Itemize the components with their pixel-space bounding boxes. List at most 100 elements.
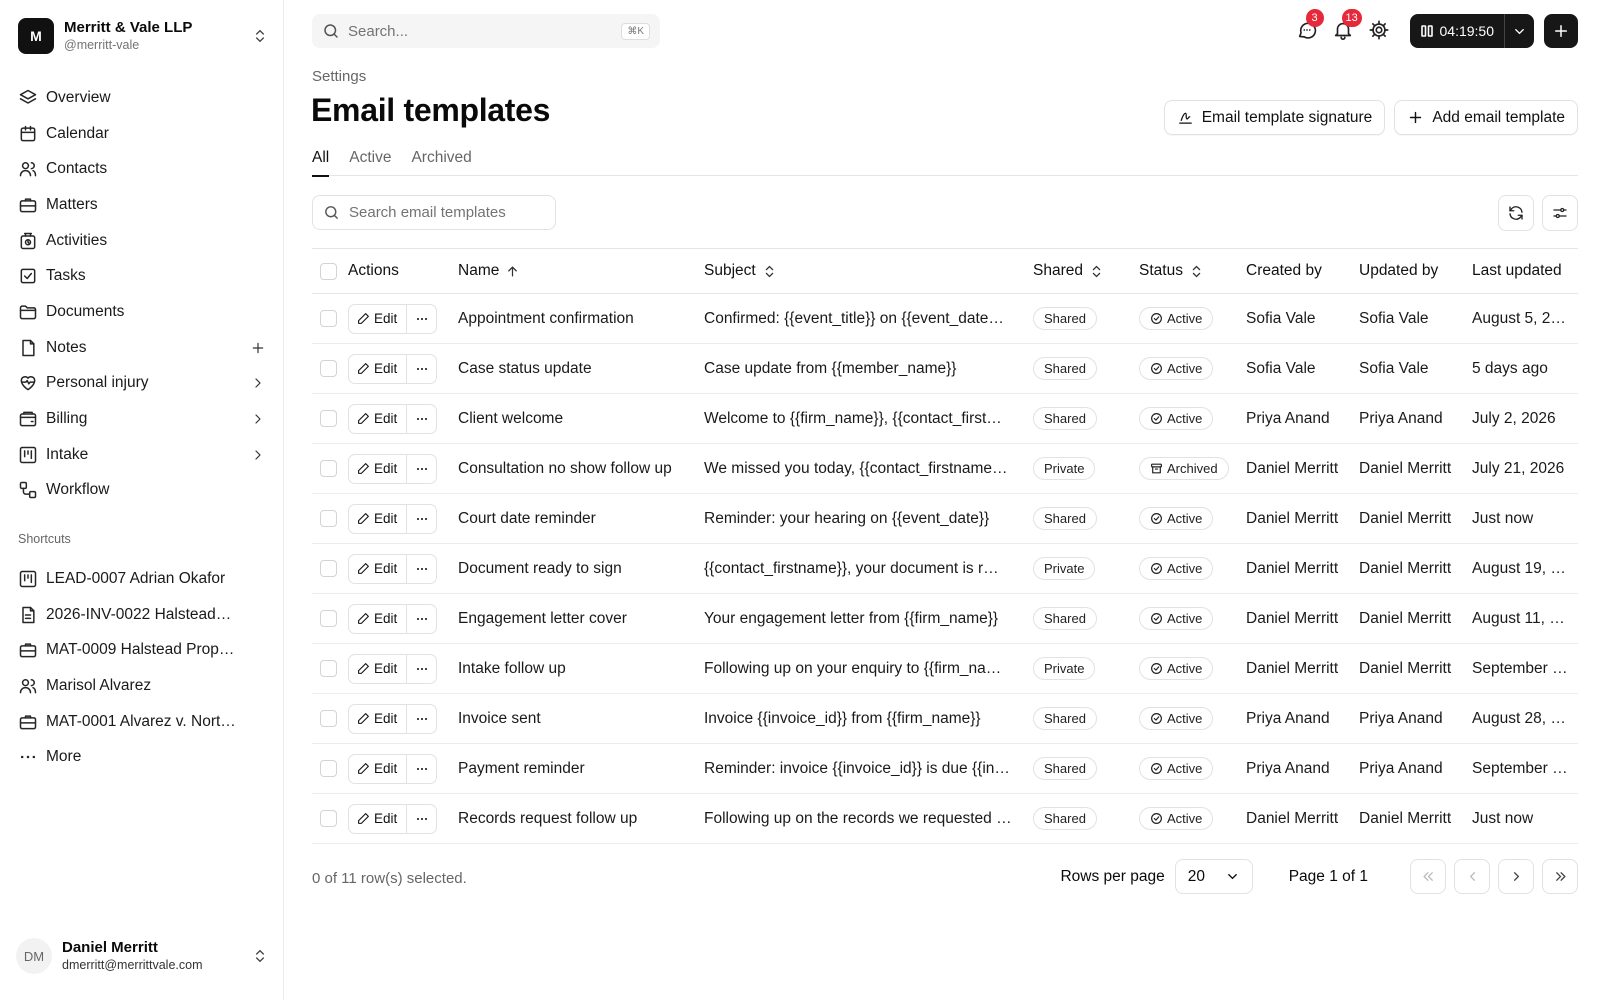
template-name[interactable]: Records request follow up	[458, 810, 643, 828]
table-row[interactable]: Edit Engagement letter cover Your engageme…	[312, 594, 1578, 644]
edit-button[interactable]: Edit	[349, 754, 408, 783]
table-row[interactable]: Edit Case status update Case update from {…	[312, 344, 1578, 394]
quick-add-button[interactable]	[1544, 14, 1578, 48]
previous-page-button[interactable]	[1454, 859, 1490, 894]
add-email-template-button[interactable]: Add email template	[1394, 100, 1578, 135]
table-row[interactable]: Edit Payment reminder Reminder: invoice {{…	[312, 744, 1578, 794]
table-row[interactable]: Edit Records request follow up Following u…	[312, 794, 1578, 844]
row-checkbox[interactable]	[320, 610, 337, 627]
edit-button[interactable]: Edit	[349, 404, 408, 433]
sidebar-item-lead-0007-adrian-okafor[interactable]: LEAD-0007 Adrian Okafor	[12, 561, 242, 597]
row-more-button[interactable]	[407, 455, 436, 483]
row-more-button[interactable]	[407, 505, 436, 533]
row-more-button[interactable]	[407, 555, 436, 583]
header-status[interactable]: Status	[1139, 262, 1246, 280]
sidebar-item-calendar[interactable]: Calendar	[12, 116, 272, 152]
sidebar-item-documents[interactable]: Documents	[12, 294, 272, 330]
table-row[interactable]: Edit Consultation no show follow up We mis…	[312, 444, 1578, 494]
row-more-button[interactable]	[407, 655, 436, 683]
row-checkbox[interactable]	[320, 510, 337, 527]
header-subject[interactable]: Subject	[704, 262, 1033, 280]
plus-icon[interactable]	[250, 340, 266, 356]
table-row[interactable]: Edit Court date reminder Reminder: your he…	[312, 494, 1578, 544]
sidebar-item-personal-injury[interactable]: Personal injury	[12, 366, 272, 402]
refresh-button[interactable]	[1498, 195, 1534, 231]
row-more-button[interactable]	[407, 755, 436, 783]
edit-button[interactable]: Edit	[349, 554, 408, 583]
tab-archived[interactable]: Archived	[411, 146, 471, 176]
row-checkbox[interactable]	[320, 460, 337, 477]
row-checkbox[interactable]	[320, 660, 337, 677]
row-checkbox[interactable]	[320, 810, 337, 827]
edit-button[interactable]: Edit	[349, 654, 408, 683]
timer-button[interactable]: 04:19:50	[1410, 14, 1505, 48]
template-name[interactable]: Intake follow up	[458, 660, 572, 678]
settings-button[interactable]	[1368, 19, 1392, 43]
row-more-button[interactable]	[407, 405, 436, 433]
row-more-button[interactable]	[407, 355, 436, 383]
table-row[interactable]: Edit Document ready to sign {{contact_firs…	[312, 544, 1578, 594]
row-checkbox[interactable]	[320, 310, 337, 327]
view-settings-button[interactable]	[1542, 195, 1578, 231]
template-name[interactable]: Case status update	[458, 360, 598, 378]
messages-button[interactable]: 3	[1296, 9, 1324, 43]
timer-menu-button[interactable]	[1504, 14, 1534, 48]
last-page-button[interactable]	[1542, 859, 1578, 894]
template-name[interactable]: Invoice sent	[458, 710, 547, 728]
sidebar-item-marisol-alvarez[interactable]: Marisol Alvarez	[12, 668, 242, 704]
sidebar-item-tasks[interactable]: Tasks	[12, 258, 272, 294]
edit-button[interactable]: Edit	[349, 304, 408, 333]
sidebar-item-2026-inv-0022-halstead[interactable]: 2026-INV-0022 Halstead…	[12, 597, 242, 633]
edit-button[interactable]: Edit	[349, 454, 408, 483]
row-checkbox[interactable]	[320, 360, 337, 377]
select-all-checkbox[interactable]	[320, 262, 337, 280]
global-search[interactable]: Search... ⌘K	[312, 14, 660, 48]
edit-button[interactable]: Edit	[349, 354, 408, 383]
template-name[interactable]: Appointment confirmation	[458, 310, 640, 328]
table-row[interactable]: Edit Intake follow up Following up on your…	[312, 644, 1578, 694]
sidebar-item-activities[interactable]: Activities	[12, 223, 272, 259]
template-name[interactable]: Payment reminder	[458, 760, 591, 778]
sidebar-item-billing[interactable]: Billing	[12, 401, 272, 437]
edit-button[interactable]: Edit	[349, 504, 408, 533]
row-more-button[interactable]	[407, 805, 436, 833]
sidebar-item-matters[interactable]: Matters	[12, 187, 272, 223]
user-menu[interactable]: DM Daniel Merritt dmerritt@merrittvale.c…	[16, 934, 268, 978]
row-checkbox[interactable]	[320, 710, 337, 727]
first-page-button[interactable]	[1410, 859, 1446, 894]
sidebar-item-intake[interactable]: Intake	[12, 437, 272, 473]
header-name[interactable]: Name	[458, 262, 704, 280]
row-more-button[interactable]	[407, 705, 436, 733]
sidebar-item-mat-0009-halstead-prop[interactable]: MAT-0009 Halstead Prop…	[12, 632, 242, 668]
sidebar-item-mat-0001-alvarez-v-nort[interactable]: MAT-0001 Alvarez v. Nort…	[12, 704, 242, 740]
template-name[interactable]: Court date reminder	[458, 510, 602, 528]
table-row[interactable]: Edit Invoice sent Invoice {{invoice_id}} f…	[312, 694, 1578, 744]
template-search-input[interactable]: Search email templates	[312, 195, 556, 230]
rows-per-page-select[interactable]: 20	[1174, 859, 1253, 894]
table-row[interactable]: Edit Client welcome Welcome to {{firm_name…	[312, 394, 1578, 444]
sidebar-item-more[interactable]: More	[12, 739, 242, 775]
tab-active[interactable]: Active	[349, 146, 391, 176]
notifications-button[interactable]: 13	[1332, 9, 1362, 43]
tab-all[interactable]: All	[312, 146, 330, 177]
email-template-signature-button[interactable]: Email template signature	[1163, 100, 1386, 135]
sidebar-item-workflow[interactable]: Workflow	[12, 473, 272, 509]
row-checkbox[interactable]	[320, 410, 337, 427]
row-more-button[interactable]	[407, 305, 436, 333]
edit-button[interactable]: Edit	[349, 804, 408, 833]
sidebar-item-notes[interactable]: Notes	[12, 330, 272, 366]
row-checkbox[interactable]	[320, 560, 337, 577]
sidebar-item-contacts[interactable]: Contacts	[12, 151, 272, 187]
template-name[interactable]: Consultation no show follow up	[458, 460, 678, 478]
breadcrumb[interactable]: Settings	[312, 68, 366, 85]
table-row[interactable]: Edit Appointment confirmation Confirmed: {…	[312, 294, 1578, 344]
template-name[interactable]: Client welcome	[458, 410, 569, 428]
template-name[interactable]: Document ready to sign	[458, 560, 628, 578]
row-more-button[interactable]	[407, 605, 436, 633]
edit-button[interactable]: Edit	[349, 604, 408, 633]
sidebar-item-overview[interactable]: Overview	[12, 80, 272, 116]
next-page-button[interactable]	[1498, 859, 1534, 894]
template-name[interactable]: Engagement letter cover	[458, 610, 633, 628]
org-switcher[interactable]: M Merritt & Vale LLP @merritt-vale	[18, 16, 268, 56]
edit-button[interactable]: Edit	[349, 704, 408, 733]
